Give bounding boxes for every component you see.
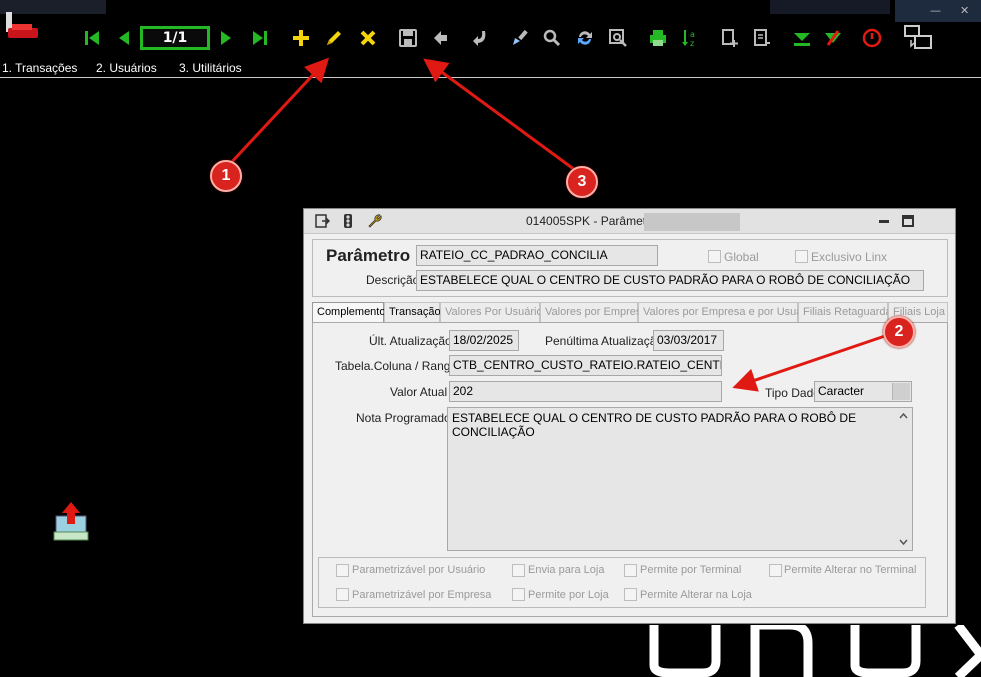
tab-strip: Complemento Transação Valores Por Usuári…	[312, 302, 948, 323]
filter-download-icon[interactable]	[790, 26, 814, 50]
app-logo-icon	[4, 10, 40, 42]
new-document-icon[interactable]	[718, 26, 742, 50]
parametrizavel-usuario-checkbox[interactable]	[336, 564, 349, 577]
ult-atualizacao-label: Últ. Atualização	[369, 334, 452, 348]
parametros-dialog: 014005SPK - Parâmetros Parâmetro RATEIO_…	[303, 208, 956, 624]
parametro-group: Parâmetro RATEIO_CC_PADRAO_CONCILIA Glob…	[312, 239, 948, 297]
arrow-3	[423, 58, 576, 172]
permite-alterar-terminal-checkbox[interactable]	[769, 564, 782, 577]
flags-group: Parametrizável por Usuário Envia para Lo…	[318, 557, 926, 608]
tipo-dado-select[interactable]: Caracter	[814, 381, 912, 402]
page-indicator[interactable]: 1/1	[140, 26, 210, 50]
print-icon[interactable]	[646, 26, 670, 50]
permite-loja-checkbox[interactable]	[512, 588, 525, 601]
exclusivo-linx-label: Exclusivo Linx	[811, 250, 888, 264]
blurred-region	[644, 213, 740, 231]
dropdown-arrow-icon[interactable]	[892, 383, 910, 400]
valor-atual-label: Valor Atual	[390, 385, 448, 399]
parametrizavel-empresa-label: Parametrizável por Empresa	[352, 589, 492, 601]
penultima-atualizacao-field[interactable]: 03/03/2017	[653, 330, 724, 351]
minimize-icon[interactable]	[877, 214, 891, 228]
svg-text:z: z	[690, 39, 694, 48]
annotation-badge-3: 3	[566, 166, 598, 198]
exclusivo-linx-checkbox[interactable]	[795, 250, 808, 263]
svg-text:a: a	[690, 30, 695, 39]
permite-loja-label: Permite por Loja	[528, 589, 609, 601]
background-logo-fragment	[649, 625, 981, 677]
tabela-coluna-label: Tabela.Coluna / Range	[335, 359, 458, 373]
permite-alterar-loja-checkbox[interactable]	[624, 588, 637, 601]
upload-app-icon[interactable]	[52, 498, 90, 542]
export-icon[interactable]	[314, 213, 330, 229]
tabela-coluna-field[interactable]: CTB_CENTRO_CUSTO_RATEIO.RATEIO_CENTRO_CU…	[449, 355, 722, 376]
permite-alterar-loja-label: Permite Alterar na Loja	[640, 589, 752, 601]
add-icon[interactable]	[289, 26, 313, 50]
save-icon[interactable]	[396, 26, 420, 50]
envia-loja-label: Envia para Loja	[528, 564, 605, 576]
permite-terminal-checkbox[interactable]	[624, 564, 637, 577]
zoom-view-icon[interactable]	[606, 26, 630, 50]
previous-record-icon[interactable]	[112, 26, 136, 50]
global-checkbox[interactable]	[708, 250, 721, 263]
dialog-titlebar: 014005SPK - Parâmetros	[304, 209, 955, 234]
main-toolbar: — ✕ 1/1 a z	[0, 0, 981, 60]
search-icon[interactable]	[540, 26, 564, 50]
tab-filiais-retaguarda[interactable]: Filiais Retaguarda	[798, 302, 892, 322]
menu-transacoes[interactable]: 1. Transações	[2, 61, 77, 75]
tipo-dado-label: Tipo Dado	[765, 386, 820, 400]
menu-utilitarios[interactable]: 3. Utilitários	[179, 61, 242, 75]
switch-window-icon[interactable]	[903, 24, 933, 52]
ult-atualizacao-field[interactable]: 18/02/2025	[449, 330, 519, 351]
parametrizavel-usuario-label: Parametrizável por Usuário	[352, 564, 486, 576]
tab-valores-empresa-usuario[interactable]: Valores por Empresa e por Usuario	[638, 302, 815, 322]
vertical-scrollbar[interactable]	[896, 409, 911, 549]
close-icon[interactable]: ✕	[960, 4, 969, 17]
parametrizavel-empresa-checkbox[interactable]	[336, 588, 349, 601]
valor-atual-field[interactable]: 202	[449, 381, 722, 402]
clear-brush-icon[interactable]	[508, 26, 532, 50]
wrench-icon[interactable]	[366, 213, 382, 229]
nota-programador-text: ESTABELECE QUAL O CENTRO DE CUSTO PADRÃO…	[452, 411, 857, 439]
refresh-icon[interactable]	[573, 26, 597, 50]
blurred-region	[770, 0, 890, 14]
minimize-icon[interactable]: —	[930, 4, 941, 17]
maximize-icon[interactable]	[901, 214, 915, 228]
traffic-light-icon[interactable]	[340, 213, 356, 229]
descricao-field[interactable]: ESTABELECE QUAL O CENTRO DE CUSTO PADRÃO…	[416, 270, 924, 291]
annotation-badge-2: 2	[883, 316, 915, 348]
tab-complemento[interactable]: Complemento	[312, 302, 385, 323]
clear-filter-icon[interactable]	[821, 26, 845, 50]
global-label: Global	[724, 250, 759, 264]
tab-transacao[interactable]: Transação	[384, 302, 441, 322]
tab-valores-usuario[interactable]: Valores Por Usuário	[440, 302, 543, 322]
annotation-badge-1: 1	[210, 160, 242, 192]
nota-programador-textarea[interactable]: ESTABELECE QUAL O CENTRO DE CUSTO PADRÃO…	[447, 407, 913, 551]
descricao-label: Descrição	[366, 273, 420, 287]
dialog-title: 014005SPK - Parâmetros	[526, 214, 663, 228]
tab-valores-empresa[interactable]: Valores por Empresa	[540, 302, 648, 322]
add-record-icon[interactable]	[429, 26, 453, 50]
power-exit-icon[interactable]	[860, 26, 884, 50]
first-record-icon[interactable]	[80, 26, 104, 50]
edit-pencil-icon[interactable]	[322, 26, 346, 50]
undo-icon[interactable]	[468, 26, 492, 50]
menu-usuarios[interactable]: 2. Usuários	[96, 61, 157, 75]
nota-programador-label: Nota Programador	[356, 411, 455, 425]
last-record-icon[interactable]	[248, 26, 272, 50]
menu-bar: 1. Transações 2. Usuários 3. Utilitários	[0, 60, 981, 78]
sort-az-icon[interactable]: az	[678, 26, 702, 50]
permite-terminal-label: Permite por Terminal	[640, 564, 742, 576]
permite-alterar-terminal-label: Permite Alterar no Terminal	[784, 564, 917, 576]
parametro-field[interactable]: RATEIO_CC_PADRAO_CONCILIA	[416, 245, 658, 266]
document-list-icon[interactable]	[750, 26, 774, 50]
penultima-atualizacao-label: Penúltima Atualização	[545, 334, 664, 348]
delete-x-icon[interactable]	[356, 26, 380, 50]
envia-loja-checkbox[interactable]	[512, 564, 525, 577]
next-record-icon[interactable]	[214, 26, 238, 50]
tipo-dado-value: Caracter	[818, 384, 865, 398]
parametro-label: Parâmetro	[326, 246, 411, 265]
